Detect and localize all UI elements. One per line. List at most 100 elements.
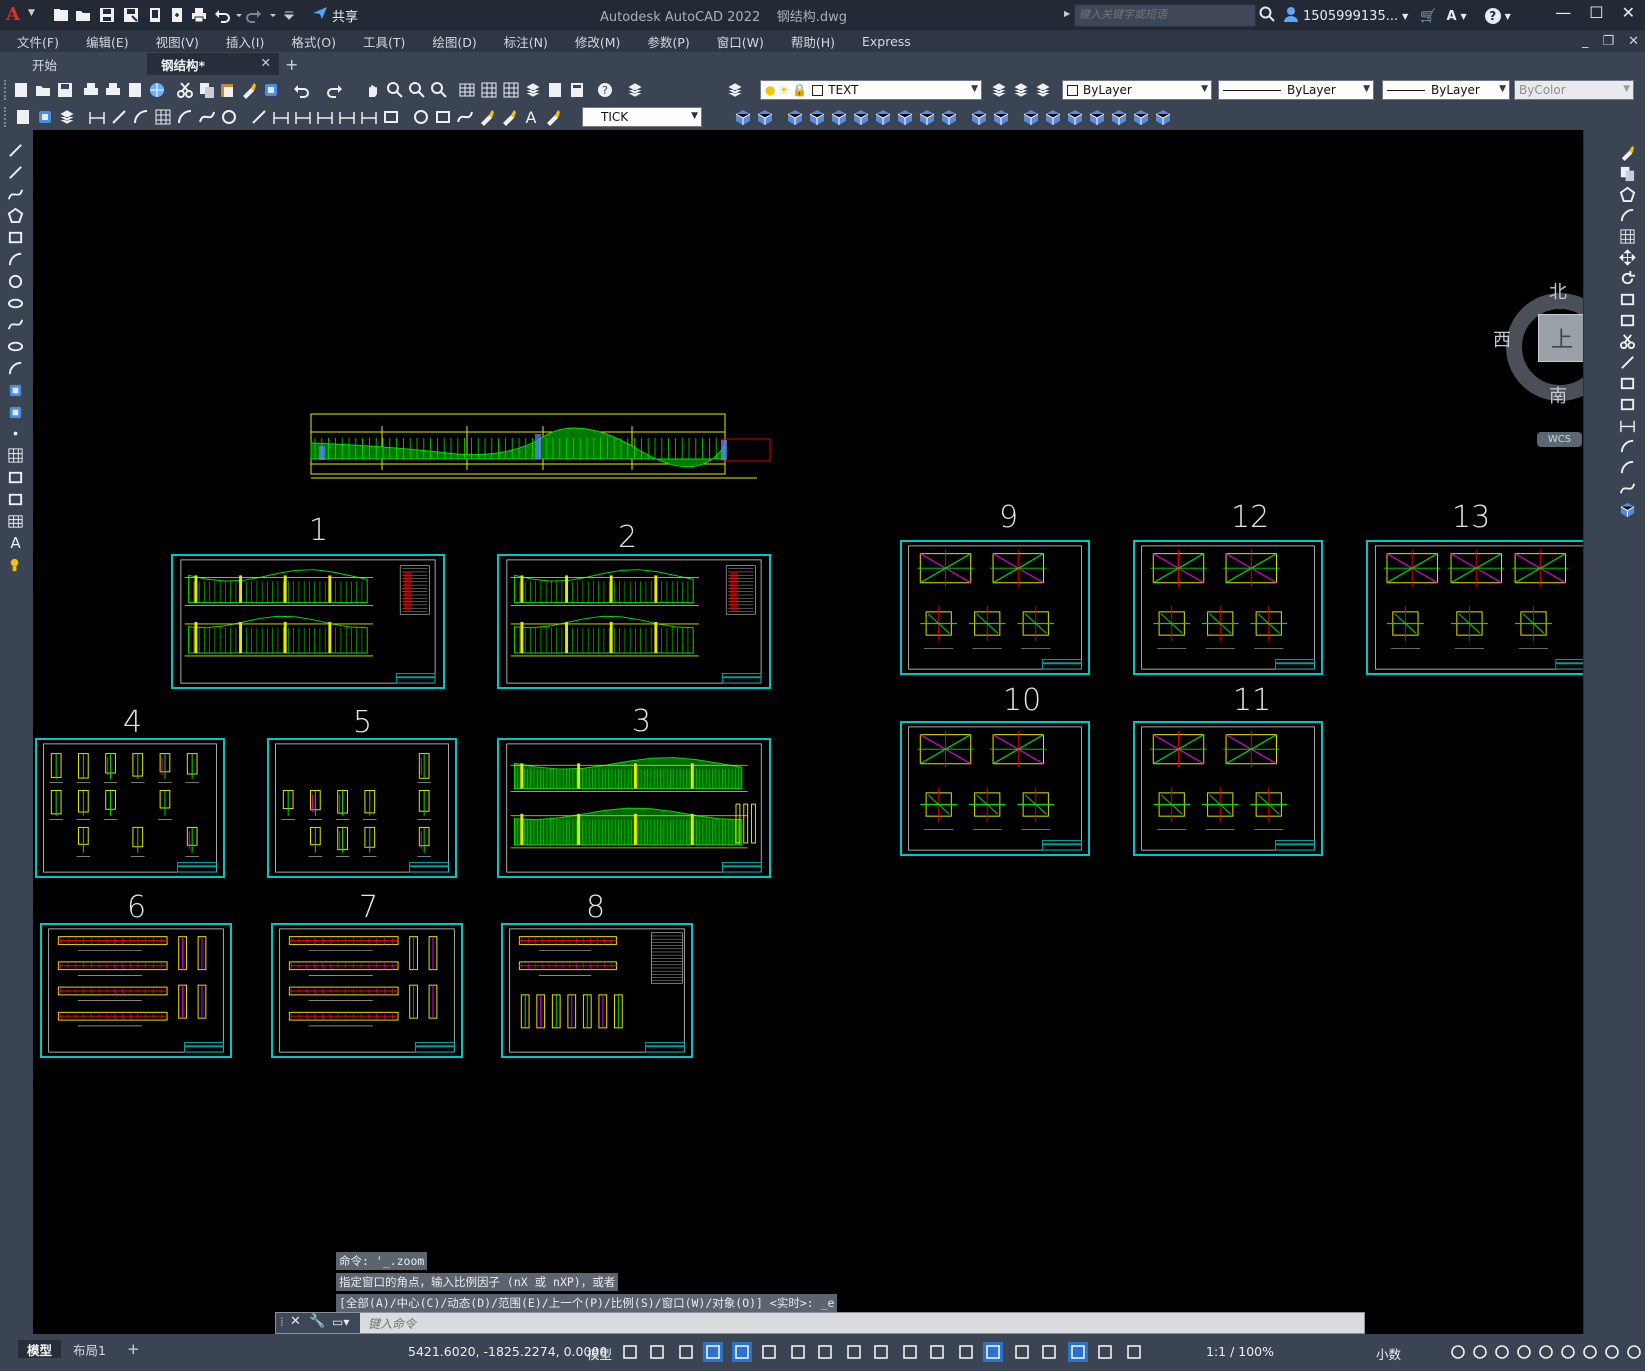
grid-display-icon[interactable] bbox=[620, 1342, 640, 1362]
make-block-icon[interactable] bbox=[7, 404, 24, 421]
save-icon[interactable] bbox=[98, 6, 116, 24]
insert-block-icon[interactable] bbox=[7, 382, 24, 399]
ucs-view-icon[interactable] bbox=[1132, 108, 1150, 126]
chamfer-icon[interactable] bbox=[1619, 438, 1636, 455]
qselect-icon[interactable] bbox=[14, 108, 32, 126]
doc-close-icon[interactable]: ✕ bbox=[1628, 34, 1639, 49]
dim-aligned-icon[interactable] bbox=[110, 108, 128, 126]
mirror-icon[interactable] bbox=[1619, 186, 1636, 203]
lineweight-combo[interactable]: ByLayer ▼ bbox=[1382, 80, 1510, 100]
search-input[interactable] bbox=[1075, 5, 1253, 24]
doc-restore-icon[interactable]: ❐ bbox=[1602, 34, 1614, 49]
help-icon[interactable]: ? bbox=[1484, 8, 1501, 24]
dim-linear-icon[interactable] bbox=[88, 108, 106, 126]
drawing-sheet[interactable] bbox=[35, 738, 225, 878]
annotation-visibility-icon[interactable] bbox=[1068, 1342, 1088, 1362]
redo-icon[interactable] bbox=[326, 81, 344, 99]
saveas-icon[interactable] bbox=[122, 6, 140, 24]
ucs-icon[interactable] bbox=[1022, 108, 1040, 126]
menu-insert[interactable]: 插入(I) bbox=[226, 32, 264, 51]
save-icon[interactable] bbox=[56, 81, 74, 99]
viewcube-top-face[interactable]: 上 bbox=[1538, 314, 1586, 362]
dim-angular-icon[interactable] bbox=[250, 108, 268, 126]
dim-space-icon[interactable] bbox=[338, 108, 356, 126]
doc-minimize-icon[interactable]: _ bbox=[1582, 34, 1589, 49]
layer-previous-icon[interactable] bbox=[1034, 81, 1052, 99]
annotation-scale[interactable]: 1:1 / 100% bbox=[1206, 1344, 1274, 1359]
command-close-icon[interactable]: ✕ bbox=[290, 1314, 301, 1329]
user-account[interactable]: 1505999135... ▼ 🛒 A ▼ ? ▼ bbox=[1283, 6, 1511, 26]
lineweight-icon[interactable] bbox=[871, 1342, 891, 1362]
layer-iso-icon[interactable] bbox=[58, 108, 76, 126]
polygon-icon[interactable] bbox=[7, 207, 24, 224]
undo-icon[interactable] bbox=[213, 6, 231, 24]
command-line[interactable]: ⁞ ✕ 🔧 ▭▾ bbox=[275, 1312, 1365, 1334]
drawing-sheet[interactable] bbox=[501, 923, 693, 1058]
menu-view[interactable]: 视图(V) bbox=[156, 32, 199, 51]
drawing-sheet[interactable] bbox=[497, 738, 771, 878]
new-icon[interactable] bbox=[52, 6, 70, 24]
inspect-icon[interactable] bbox=[434, 108, 452, 126]
layer-match-icon[interactable] bbox=[1012, 81, 1030, 99]
maximize-icon[interactable]: ☐ bbox=[1589, 3, 1603, 22]
autocad-logo-icon[interactable]: A bbox=[6, 4, 28, 26]
menu-parameters[interactable]: 参数(P) bbox=[647, 32, 689, 51]
visual-style-icon[interactable] bbox=[970, 108, 988, 126]
offset-icon[interactable] bbox=[1619, 207, 1636, 224]
gizmo-icon[interactable] bbox=[1039, 1342, 1059, 1362]
dim-style-icon[interactable] bbox=[544, 108, 562, 126]
menu-help[interactable]: 帮助(H) bbox=[791, 32, 835, 51]
compass-north[interactable]: 北 bbox=[1549, 278, 1567, 304]
spline-icon[interactable] bbox=[7, 316, 24, 333]
share-button[interactable]: 共享 bbox=[312, 5, 358, 25]
zoom-previous-icon[interactable] bbox=[430, 81, 448, 99]
web-mobile-save-icon[interactable] bbox=[168, 6, 186, 24]
join-icon[interactable] bbox=[1619, 417, 1636, 434]
construction-line-icon[interactable] bbox=[7, 164, 24, 181]
table-tool-icon[interactable] bbox=[7, 513, 24, 530]
ucs-origin-icon[interactable] bbox=[1154, 108, 1172, 126]
hatch-icon[interactable] bbox=[7, 447, 24, 464]
arc-tool-icon[interactable] bbox=[7, 251, 24, 268]
view-se-icon[interactable] bbox=[896, 108, 914, 126]
web-mobile-open-icon[interactable] bbox=[146, 6, 164, 24]
rectangle-icon[interactable] bbox=[7, 229, 24, 246]
explode-icon[interactable] bbox=[1619, 501, 1636, 518]
app-menu-caret-icon[interactable]: ▼ bbox=[28, 8, 35, 18]
cut-icon[interactable] bbox=[176, 81, 194, 99]
ortho-mode-icon[interactable] bbox=[732, 1342, 752, 1362]
menu-draw[interactable]: 绘图(D) bbox=[432, 32, 476, 51]
polar-tracking-icon[interactable] bbox=[759, 1342, 779, 1362]
extend-icon[interactable] bbox=[1619, 354, 1636, 371]
region-icon[interactable] bbox=[7, 491, 24, 508]
break-at-point-icon[interactable] bbox=[1619, 375, 1636, 392]
fillet-icon[interactable] bbox=[1619, 459, 1636, 476]
compass-south[interactable]: 南 bbox=[1549, 382, 1567, 408]
tab-start[interactable]: 开始 bbox=[18, 53, 157, 75]
close-icon[interactable]: ✕ bbox=[1622, 3, 1635, 22]
drawing-sheet[interactable] bbox=[900, 540, 1090, 675]
drawing-canvas[interactable]: 12345678910111213 上 北 南 东 西 WCS 命令: '_.z… bbox=[33, 130, 1611, 1334]
drawing-sheet[interactable] bbox=[1133, 540, 1323, 675]
view-ne-icon[interactable] bbox=[918, 108, 936, 126]
model-space-toggle[interactable]: 模型 bbox=[587, 1344, 612, 1363]
dim-diameter-icon[interactable] bbox=[220, 108, 238, 126]
qnew-icon[interactable] bbox=[12, 81, 30, 99]
erase-icon[interactable] bbox=[1619, 144, 1636, 161]
linetype-combo[interactable]: ByLayer ▼ bbox=[1218, 80, 1374, 100]
command-customize-icon[interactable]: 🔧 bbox=[309, 1314, 325, 1329]
object-snap-icon[interactable] bbox=[844, 1342, 864, 1362]
menu-tools[interactable]: 工具(T) bbox=[363, 32, 405, 51]
view-nw-icon[interactable] bbox=[940, 108, 958, 126]
rotate-icon[interactable] bbox=[1619, 270, 1636, 287]
view-top-icon[interactable] bbox=[830, 108, 848, 126]
ucs-object-icon[interactable] bbox=[1110, 108, 1128, 126]
menu-modify[interactable]: 修改(M) bbox=[575, 32, 621, 51]
markup-icon[interactable] bbox=[546, 81, 564, 99]
undo-dropdown-icon[interactable] bbox=[230, 6, 242, 24]
minimize-icon[interactable]: — bbox=[1555, 3, 1571, 22]
infer-constraints-icon[interactable] bbox=[676, 1342, 696, 1362]
redo-icon[interactable] bbox=[245, 6, 263, 24]
quickcalc-icon[interactable] bbox=[568, 81, 586, 99]
view-front-icon[interactable] bbox=[734, 108, 752, 126]
